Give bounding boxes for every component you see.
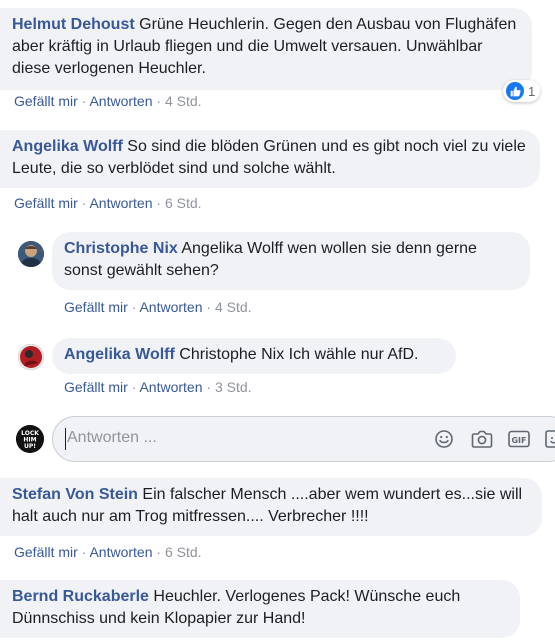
separator: · xyxy=(156,544,165,560)
reply-bubble: Christophe Nix Angelika Wolff wen wollen… xyxy=(52,232,530,290)
reply-input-placeholder: Antworten ... xyxy=(67,429,157,446)
comment-author-link[interactable]: Helmut Dehoust xyxy=(12,16,135,33)
like-link[interactable]: Gefällt mir xyxy=(14,544,78,560)
reply-link[interactable]: Antworten xyxy=(139,379,202,395)
comment-bubble: Angelika Wolff So sind die blöden Grünen… xyxy=(0,130,540,188)
reply-actions: Gefällt mir · Antworten · 4 Std. xyxy=(64,298,252,316)
reply-actions: Gefällt mir · Antworten · 3 Std. xyxy=(64,378,252,396)
current-user-avatar: LOCK HIM UP! xyxy=(16,425,44,453)
comment-timestamp[interactable]: 6 Std. xyxy=(165,195,202,211)
reaction-count: 1 xyxy=(528,83,536,99)
reply-link[interactable]: Antworten xyxy=(89,544,152,560)
svg-text:GIF: GIF xyxy=(511,436,526,445)
comment-author-link[interactable]: Bernd Ruckaberle xyxy=(12,588,149,605)
comment-actions: Gefällt mir · Antworten · 6 Std. xyxy=(14,543,202,561)
separator: · xyxy=(206,299,215,315)
separator: · xyxy=(206,379,215,395)
like-link[interactable]: Gefällt mir xyxy=(64,379,128,395)
separator: · xyxy=(156,93,165,109)
reply-link[interactable]: Antworten xyxy=(139,299,202,315)
comment-author-link[interactable]: Stefan Von Stein xyxy=(12,486,138,503)
text-caret xyxy=(65,428,66,450)
like-icon xyxy=(506,82,524,100)
reply-text: Christophe Nix Ich wähle nur AfD. xyxy=(179,346,419,363)
reply-input[interactable]: Antworten ... GIF xyxy=(52,416,555,462)
reply-link[interactable]: Antworten xyxy=(89,195,152,211)
reply-link[interactable]: Antworten xyxy=(89,93,152,109)
avatar[interactable] xyxy=(18,344,44,370)
comment-actions: Gefällt mir · Antworten · 6 Std. xyxy=(14,194,202,212)
sticker-icon[interactable] xyxy=(545,429,555,454)
like-link[interactable]: Gefällt mir xyxy=(14,93,78,109)
reaction-count-badge[interactable]: 1 xyxy=(503,80,541,102)
avatar[interactable] xyxy=(18,241,44,267)
emoji-icon[interactable] xyxy=(434,429,454,454)
gif-icon[interactable]: GIF xyxy=(508,429,530,454)
like-link[interactable]: Gefällt mir xyxy=(14,195,78,211)
reply-author-link[interactable]: Angelika Wolff xyxy=(64,346,175,363)
comment-actions: Gefällt mir · Antworten · 4 Std. xyxy=(14,92,202,110)
comment-bubble: Bernd Ruckaberle Heuchler. Verlogenes Pa… xyxy=(0,580,520,638)
comment-bubble: Helmut Dehoust Grüne Heuchlerin. Gegen d… xyxy=(0,8,532,90)
reply-bubble: Angelika Wolff Christophe Nix Ich wähle … xyxy=(52,338,456,374)
separator: · xyxy=(156,195,165,211)
reply-timestamp[interactable]: 3 Std. xyxy=(215,379,252,395)
comment-timestamp[interactable]: 4 Std. xyxy=(165,93,202,109)
like-link[interactable]: Gefällt mir xyxy=(64,299,128,315)
svg-text:UP!: UP! xyxy=(24,443,36,450)
reply-author-link[interactable]: Christophe Nix xyxy=(64,240,178,257)
camera-icon[interactable] xyxy=(471,429,493,454)
comment-author-link[interactable]: Angelika Wolff xyxy=(12,138,123,155)
reply-timestamp[interactable]: 4 Std. xyxy=(215,299,252,315)
comment-bubble: Stefan Von Stein Ein falscher Mensch ...… xyxy=(0,478,542,536)
comment-timestamp[interactable]: 6 Std. xyxy=(165,544,202,560)
lock-him-up-logo: LOCK HIM UP! xyxy=(16,425,44,453)
